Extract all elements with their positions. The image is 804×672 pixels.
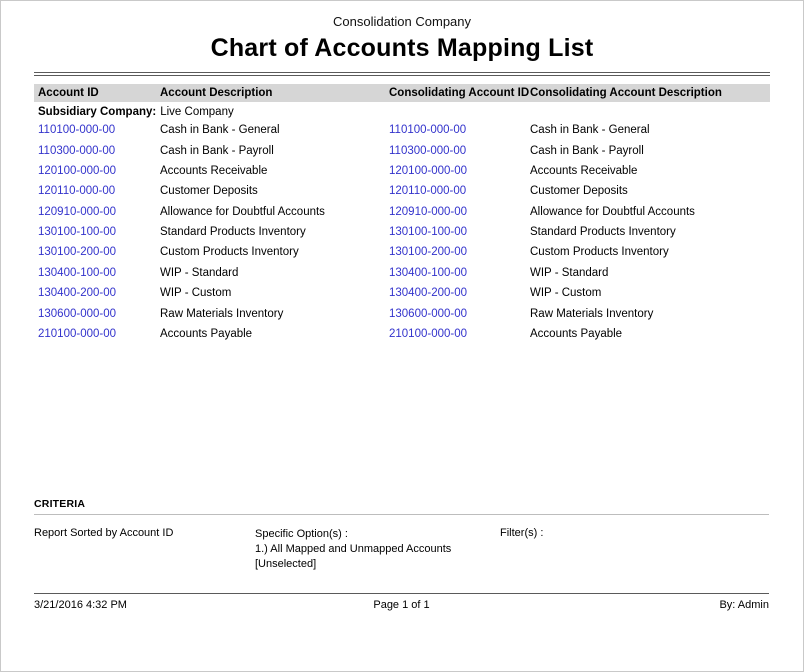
consolidating-account-id-link[interactable]: 110300-000-00 (389, 145, 530, 157)
consolidating-account-description: Allowance for Doubtful Accounts (530, 206, 766, 218)
table-row: 130400-100-00WIP - Standard130400-100-00… (34, 263, 770, 283)
account-id-link[interactable]: 130100-100-00 (38, 226, 160, 238)
criteria-sort-text: Report Sorted by Account ID (34, 527, 255, 572)
consolidating-account-id-link[interactable]: 130600-000-00 (389, 308, 530, 320)
account-id-link[interactable]: 110300-000-00 (38, 145, 160, 157)
consolidating-account-id-link[interactable]: 210100-000-00 (389, 328, 530, 340)
report-page: Consolidation Company Chart of Accounts … (0, 0, 804, 672)
table-row: 130400-200-00WIP - Custom130400-200-00WI… (34, 283, 770, 303)
account-id-link[interactable]: 120110-000-00 (38, 185, 160, 197)
consolidating-account-id-link[interactable]: 130400-200-00 (389, 287, 530, 299)
criteria-options-label: Specific Option(s) : (255, 527, 500, 542)
consolidating-account-id-link[interactable]: 120910-000-00 (389, 206, 530, 218)
title-divider (34, 72, 770, 76)
consolidating-account-description: Standard Products Inventory (530, 226, 766, 238)
subsidiary-group-row: Subsidiary Company: Live Company (34, 102, 770, 120)
consolidating-account-description: Cash in Bank - Payroll (530, 145, 766, 157)
footer-printed-by: By: Admin (524, 599, 769, 611)
account-description: Standard Products Inventory (160, 226, 389, 238)
account-description: Cash in Bank - General (160, 124, 389, 136)
consolidating-account-id-link[interactable]: 120110-000-00 (389, 185, 530, 197)
account-id-link[interactable]: 210100-000-00 (38, 328, 160, 340)
table-header-row: Account ID Account Description Consolida… (34, 84, 770, 102)
footer-page-number: Page 1 of 1 (279, 599, 524, 611)
consolidating-account-id-link[interactable]: 130100-200-00 (389, 246, 530, 258)
table-row: 130600-000-00Raw Materials Inventory1306… (34, 303, 770, 323)
report-footer: 3/21/2016 4:32 PM Page 1 of 1 By: Admin (34, 599, 769, 611)
column-header-consolidating-account-id: Consolidating Account ID (389, 87, 530, 99)
column-header-consolidating-account-description: Consolidating Account Description (530, 87, 766, 99)
account-description: WIP - Standard (160, 267, 389, 279)
consolidating-account-description: WIP - Standard (530, 267, 766, 279)
consolidating-account-description: Customer Deposits (530, 185, 766, 197)
subsidiary-company-label: Subsidiary Company: (38, 106, 156, 118)
page-title: Chart of Accounts Mapping List (1, 34, 803, 63)
accounts-mapping-table: Account ID Account Description Consolida… (34, 84, 770, 344)
table-row: 210100-000-00Accounts Payable210100-000-… (34, 324, 770, 344)
account-description: Accounts Payable (160, 328, 389, 340)
consolidating-account-description: Accounts Receivable (530, 165, 766, 177)
table-body: 110100-000-00Cash in Bank - General11010… (34, 120, 770, 344)
account-description: Allowance for Doubtful Accounts (160, 206, 389, 218)
account-id-link[interactable]: 130400-100-00 (38, 267, 160, 279)
account-id-link[interactable]: 130100-200-00 (38, 246, 160, 258)
account-id-link[interactable]: 120910-000-00 (38, 206, 160, 218)
criteria-option-line: 1.) All Mapped and Unmapped Accounts (255, 542, 500, 557)
criteria-heading: CRITERIA (34, 498, 769, 510)
criteria-filters-label: Filter(s) : (500, 527, 769, 572)
consolidating-account-id-link[interactable]: 110100-000-00 (389, 124, 530, 136)
report-header: Consolidation Company Chart of Accounts … (1, 1, 803, 63)
table-row: 130100-100-00Standard Products Inventory… (34, 222, 770, 242)
table-row: 110300-000-00Cash in Bank - Payroll11030… (34, 140, 770, 160)
column-header-account-description: Account Description (160, 87, 389, 99)
consolidating-account-description: Custom Products Inventory (530, 246, 766, 258)
consolidating-account-id-link[interactable]: 130100-100-00 (389, 226, 530, 238)
account-id-link[interactable]: 130400-200-00 (38, 287, 160, 299)
criteria-options-lines: 1.) All Mapped and Unmapped Accounts[Uns… (255, 542, 500, 572)
consolidating-account-id-link[interactable]: 130400-100-00 (389, 267, 530, 279)
table-row: 120100-000-00Accounts Receivable120100-0… (34, 161, 770, 181)
consolidating-account-description: WIP - Custom (530, 287, 766, 299)
account-id-link[interactable]: 130600-000-00 (38, 308, 160, 320)
consolidating-account-id-link[interactable]: 120100-000-00 (389, 165, 530, 177)
consolidating-account-description: Raw Materials Inventory (530, 308, 766, 320)
subsidiary-company-value: Live Company (160, 106, 234, 118)
account-description: Cash in Bank - Payroll (160, 145, 389, 157)
footer-divider (34, 593, 769, 594)
account-description: Custom Products Inventory (160, 246, 389, 258)
account-description: Raw Materials Inventory (160, 308, 389, 320)
column-header-account-id: Account ID (38, 87, 160, 99)
account-id-link[interactable]: 120100-000-00 (38, 165, 160, 177)
consolidating-account-description: Cash in Bank - General (530, 124, 766, 136)
criteria-divider (34, 514, 769, 515)
table-row: 120910-000-00Allowance for Doubtful Acco… (34, 202, 770, 222)
account-id-link[interactable]: 110100-000-00 (38, 124, 160, 136)
company-name: Consolidation Company (1, 14, 803, 29)
footer-datetime: 3/21/2016 4:32 PM (34, 599, 279, 611)
table-row: 110100-000-00Cash in Bank - General11010… (34, 120, 770, 140)
account-description: Customer Deposits (160, 185, 389, 197)
consolidating-account-description: Accounts Payable (530, 328, 766, 340)
criteria-section: CRITERIA Report Sorted by Account ID Spe… (34, 498, 769, 572)
account-description: Accounts Receivable (160, 165, 389, 177)
criteria-option-line: [Unselected] (255, 557, 500, 572)
table-row: 120110-000-00Customer Deposits120110-000… (34, 181, 770, 201)
table-row: 130100-200-00Custom Products Inventory13… (34, 242, 770, 262)
criteria-options: Specific Option(s) : 1.) All Mapped and … (255, 527, 500, 572)
criteria-body: Report Sorted by Account ID Specific Opt… (34, 527, 769, 572)
account-description: WIP - Custom (160, 287, 389, 299)
